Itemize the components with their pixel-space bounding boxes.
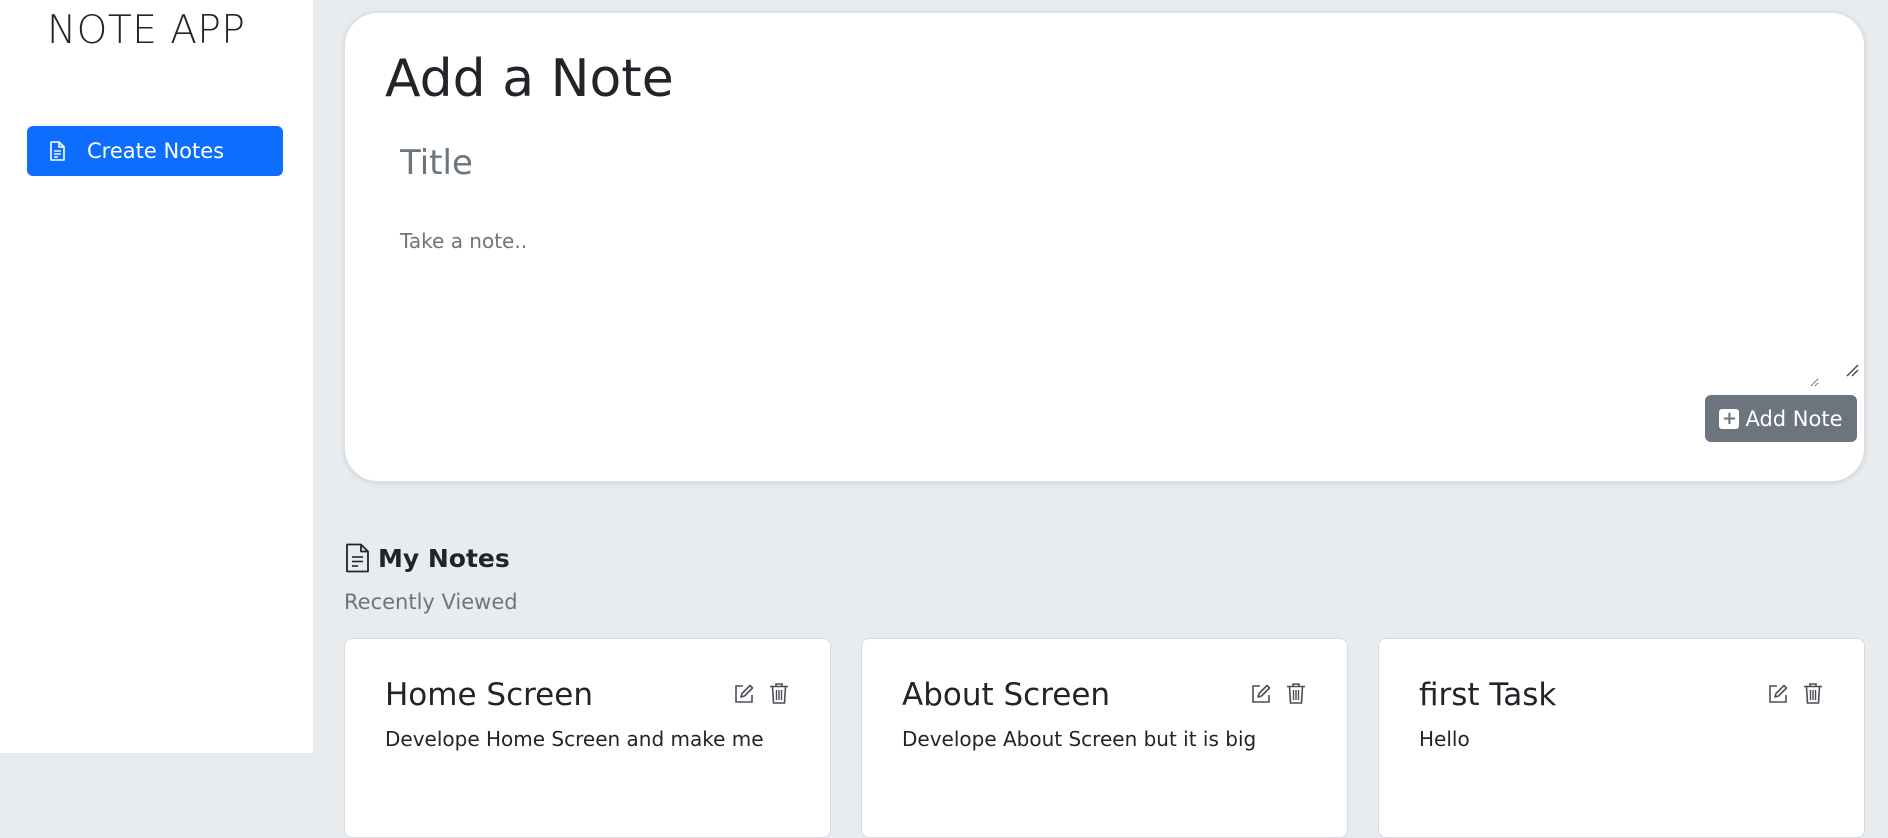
note-title: first Task [1419, 677, 1557, 713]
create-notes-button[interactable]: Create Notes [27, 126, 283, 176]
note-title: Home Screen [385, 677, 593, 713]
add-note-card: Add a Note + Add Note [344, 12, 1865, 482]
trash-icon[interactable] [1803, 682, 1823, 704]
trash-icon[interactable] [1286, 682, 1306, 704]
edit-icon[interactable] [733, 683, 755, 705]
notes-document-icon [346, 543, 369, 573]
add-note-heading: Add a Note [385, 49, 674, 109]
note-title: About Screen [902, 677, 1111, 713]
title-input[interactable] [385, 135, 1815, 191]
resize-handle-icon[interactable] [1845, 363, 1859, 377]
note-body: Hello [1419, 727, 1470, 751]
app-title: NOTE APP [47, 8, 246, 53]
recently-viewed-label: Recently Viewed [344, 590, 518, 614]
my-notes-header: My Notes [344, 543, 510, 573]
note-card[interactable]: Home Screen Develope Home Screen and mak… [344, 638, 831, 838]
edit-icon[interactable] [1767, 683, 1789, 705]
note-body: Develope Home Screen and make me [385, 727, 764, 751]
create-notes-label: Create Notes [87, 139, 225, 163]
plus-square-icon: + [1719, 408, 1740, 429]
my-notes-title: My Notes [378, 543, 510, 573]
edit-icon[interactable] [1250, 683, 1272, 705]
notes-list: Home Screen Develope Home Screen and mak… [344, 638, 1865, 838]
note-card[interactable]: first Task Hello [1378, 638, 1865, 838]
note-body: Develope About Screen but it is big [902, 727, 1257, 751]
note-textarea[interactable] [385, 215, 1819, 387]
document-icon [50, 141, 65, 161]
note-card[interactable]: About Screen Develope About Screen but i… [861, 638, 1348, 838]
add-note-button[interactable]: + Add Note [1705, 395, 1857, 442]
main-content: Add a Note + Add Note My Notes Recently … [313, 0, 1888, 838]
trash-icon[interactable] [769, 682, 789, 704]
sidebar: NOTE APP Create Notes [0, 0, 313, 753]
add-note-button-label: Add Note [1745, 406, 1843, 431]
